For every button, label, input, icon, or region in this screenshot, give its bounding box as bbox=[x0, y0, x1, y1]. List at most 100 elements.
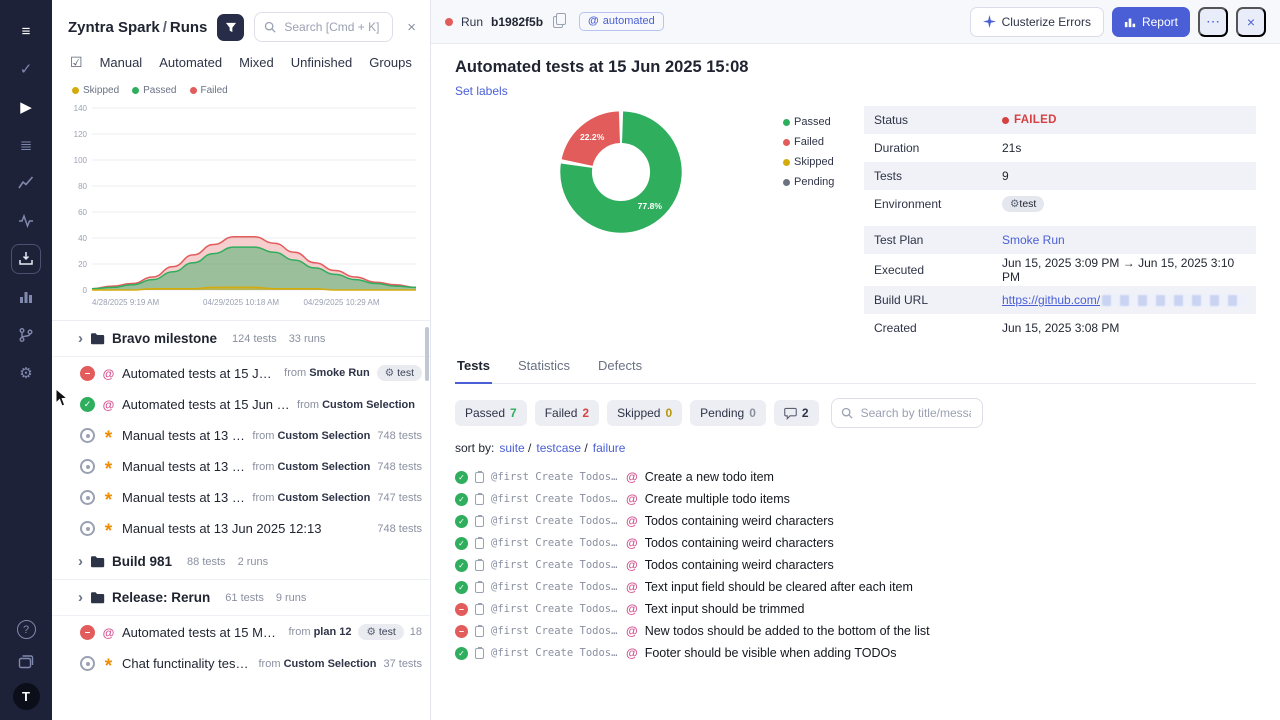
chevron-right-icon[interactable]: › bbox=[78, 554, 83, 569]
run-origin-name: Custom Selection bbox=[277, 430, 370, 442]
sort-options: suite testcase failure bbox=[499, 441, 625, 455]
test-row[interactable]: @first Create Todos… @ Text input field … bbox=[455, 576, 1256, 598]
run-row[interactable]: Manual tests at 13 Jun 2025 12:13 from C… bbox=[52, 482, 430, 513]
run-status-dot bbox=[445, 18, 453, 26]
run-label: Run bbox=[461, 15, 483, 29]
runs-filter-tab[interactable]: Groups bbox=[369, 55, 412, 70]
folder-name: Build 981 bbox=[112, 554, 172, 569]
run-row[interactable]: Automated tests at 15 May 2025 12:32 fro… bbox=[52, 616, 430, 648]
from-word: from bbox=[259, 658, 281, 670]
chevron-right-icon[interactable]: › bbox=[78, 590, 83, 605]
import-tray-icon[interactable] bbox=[11, 244, 41, 274]
test-row[interactable]: @first Create Todos… @ Todos containing … bbox=[455, 532, 1256, 554]
info-value: 21s bbox=[1002, 141, 1021, 155]
filter-button[interactable] bbox=[217, 14, 244, 41]
test-status-icon bbox=[455, 647, 468, 660]
tests-search-input[interactable] bbox=[859, 405, 973, 421]
test-title: Text input should be trimmed bbox=[645, 602, 805, 616]
panel-close-icon[interactable]: × bbox=[403, 19, 420, 36]
info-value: 9 bbox=[1002, 169, 1009, 183]
git-branch-icon[interactable] bbox=[8, 316, 44, 354]
test-title: Footer should be visible when adding TOD… bbox=[645, 646, 897, 660]
status-filter-label: Skipped bbox=[617, 406, 660, 420]
run-row[interactable]: Chat functinality test Copy from Custom … bbox=[52, 648, 430, 679]
run-status-icon bbox=[80, 490, 95, 505]
info-row: Executed Jun 15, 2025 3:09 PM → Jun 15, … bbox=[864, 254, 1256, 286]
user-avatar[interactable]: T bbox=[13, 683, 40, 710]
clipboard-icon bbox=[475, 626, 484, 637]
from-word: from bbox=[252, 430, 274, 442]
detail-tab[interactable]: Statistics bbox=[516, 358, 572, 383]
donut-chart: 77.8%22.2% bbox=[555, 106, 687, 238]
sort-option-link[interactable]: testcase bbox=[536, 441, 587, 455]
more-actions-button[interactable]: ⋯ bbox=[1198, 7, 1228, 37]
play-circle-icon[interactable]: ▶ bbox=[8, 88, 44, 126]
donut-legend: Passed Failed Skipped Pending bbox=[783, 116, 834, 188]
run-row[interactable]: Manual tests at 13 Jun 2025 12:17 from C… bbox=[52, 420, 430, 451]
runs-list-icon[interactable]: ≣ bbox=[8, 126, 44, 164]
test-row[interactable]: @first Create Todos… @ Create multiple t… bbox=[455, 488, 1256, 510]
test-row[interactable]: @first Create Todos… @ Text input should… bbox=[455, 598, 1256, 620]
test-status-icon bbox=[455, 471, 468, 484]
close-run-button[interactable]: × bbox=[1236, 7, 1266, 37]
clusterize-errors-button[interactable]: Clusterize Errors bbox=[970, 7, 1104, 37]
automated-test-icon: @ bbox=[626, 558, 638, 572]
run-folder-row[interactable]: › Build 981 88 tests 2 runs bbox=[52, 544, 430, 580]
test-row[interactable]: @first Create Todos… @ Create a new todo… bbox=[455, 466, 1256, 488]
runs-filter-tab[interactable]: Mixed bbox=[239, 55, 274, 70]
breadcrumb-project[interactable]: Zyntra Spark bbox=[68, 19, 160, 36]
test-row[interactable]: @first Create Todos… @ New todos should … bbox=[455, 620, 1256, 642]
run-folder-row[interactable]: › Release: Rerun 61 tests 9 runs bbox=[52, 580, 430, 616]
set-labels-link[interactable]: Set labels bbox=[455, 84, 508, 98]
from-word: from bbox=[289, 626, 311, 638]
sort-option-link[interactable]: suite bbox=[499, 441, 531, 455]
run-row[interactable]: Manual tests at 13 Jun 2025 12:16 from C… bbox=[52, 451, 430, 482]
info-label: Status bbox=[874, 113, 1002, 127]
line-chart-icon[interactable] bbox=[8, 164, 44, 202]
menu-icon[interactable]: ≡ bbox=[8, 12, 44, 50]
runs-filter-tab[interactable]: Automated bbox=[159, 55, 222, 70]
test-row[interactable]: @first Create Todos… @ Todos containing … bbox=[455, 554, 1256, 576]
automated-badge[interactable]: @ automated bbox=[579, 12, 664, 31]
info-row: Tests 9 bbox=[864, 162, 1256, 190]
run-row[interactable]: Automated tests at 15 Jun 2025 15:08 fro… bbox=[52, 357, 430, 389]
runs-filter-tab[interactable]: Manual bbox=[100, 55, 143, 70]
info-row: Status FAILED bbox=[864, 106, 1256, 134]
copy-icon[interactable] bbox=[553, 16, 563, 28]
test-row[interactable]: @first Create Todos… @ Footer should be … bbox=[455, 642, 1256, 664]
search-icon bbox=[264, 21, 276, 33]
status-filter-pill[interactable]: Failed 2 bbox=[535, 400, 599, 426]
sort-option-link[interactable]: failure bbox=[593, 441, 626, 455]
runs-search-input[interactable] bbox=[282, 19, 383, 35]
status-filter-pill[interactable]: Skipped 0 bbox=[607, 400, 682, 426]
status-filter-count: 0 bbox=[665, 406, 672, 420]
run-row[interactable]: Automated tests at 15 Jun 2025 15:01 fro… bbox=[52, 389, 430, 420]
search-icon bbox=[841, 407, 853, 419]
chevron-right-icon[interactable]: › bbox=[78, 331, 83, 346]
runs-filter-tab[interactable]: Unfinished bbox=[291, 55, 352, 70]
detail-tab[interactable]: Defects bbox=[596, 358, 644, 383]
test-row[interactable]: @first Create Todos… @ Todos containing … bbox=[455, 510, 1256, 532]
bar-chart-icon[interactable] bbox=[8, 278, 44, 316]
activity-pulse-icon[interactable] bbox=[8, 202, 44, 240]
checklist-icon[interactable]: ☑ bbox=[70, 54, 83, 71]
help-icon[interactable]: ? bbox=[17, 620, 36, 639]
status-filter-pill[interactable]: Pending 0 bbox=[690, 400, 766, 426]
run-origin-name: Custom Selection bbox=[284, 658, 377, 670]
run-type-icon bbox=[102, 459, 115, 474]
projects-folders-icon[interactable] bbox=[8, 653, 44, 669]
tasks-icon[interactable]: ✓ bbox=[8, 50, 44, 88]
gear-icon[interactable]: ⚙ bbox=[8, 354, 44, 392]
run-row[interactable]: Manual tests at 13 Jun 2025 12:13 748 te… bbox=[52, 513, 430, 544]
test-suite-path: @first Create Todos… bbox=[491, 493, 619, 505]
status-filter-pill[interactable]: Passed 7 bbox=[455, 400, 527, 426]
run-folder-row[interactable]: › Bravo milestone 124 tests 33 runs bbox=[52, 321, 430, 357]
clipboard-icon bbox=[475, 516, 484, 527]
scrollbar-thumb[interactable] bbox=[425, 327, 429, 381]
page-title: Automated tests at 15 Jun 2025 15:08 bbox=[455, 58, 1256, 77]
comments-filter-pill[interactable]: 2 bbox=[774, 400, 819, 426]
tests-search bbox=[831, 398, 983, 428]
clipboard-icon bbox=[475, 472, 484, 483]
report-button[interactable]: Report bbox=[1112, 7, 1190, 37]
detail-tab[interactable]: Tests bbox=[455, 358, 492, 384]
